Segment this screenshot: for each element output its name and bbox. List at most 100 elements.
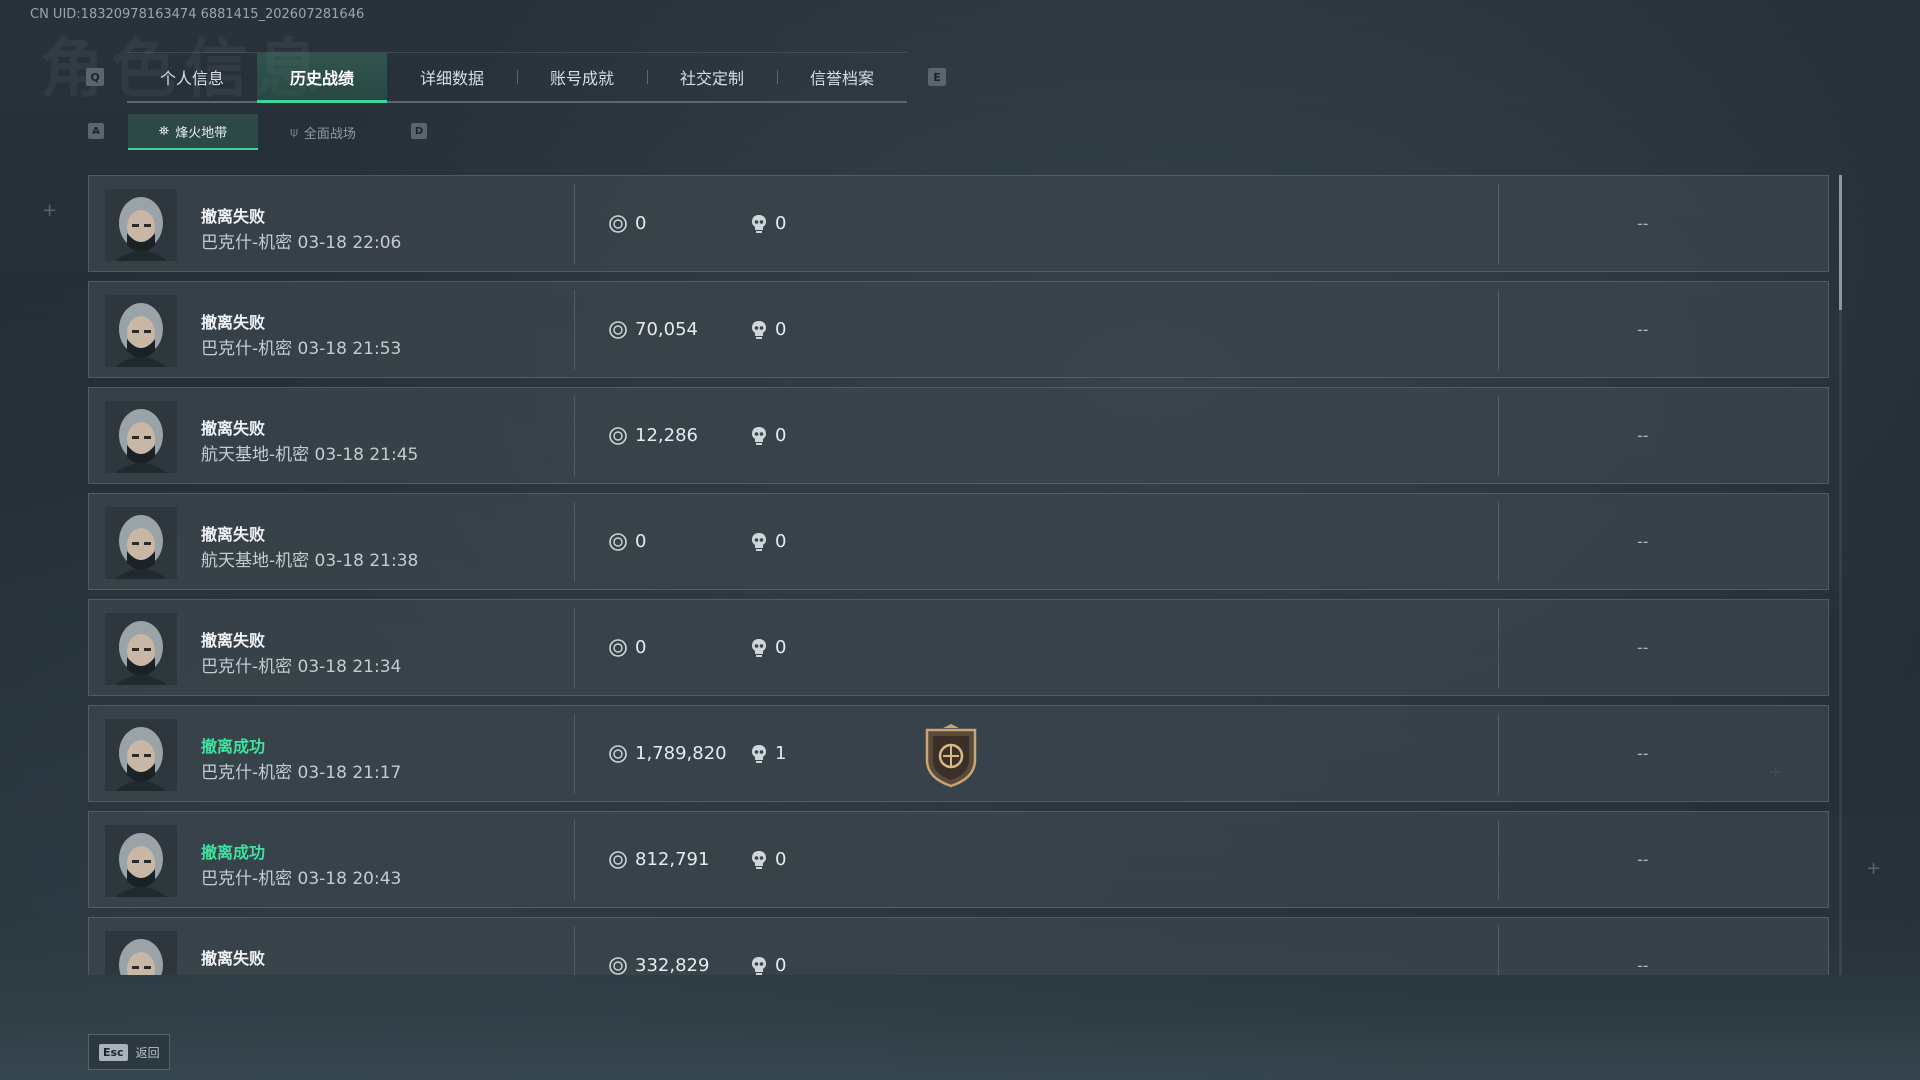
match-record-row[interactable]: 撤离成功 巴克什-机密 03-18 20:43 812,791 0 --: [88, 811, 1829, 908]
coin-icon: [609, 321, 627, 339]
asset-value: 0: [635, 531, 647, 552]
skull-icon: [752, 427, 766, 445]
match-record-row[interactable]: 撤离成功 巴克什-机密 03-18 21:17 1,789,820 1 --: [88, 705, 1829, 802]
tab-prev-key-q[interactable]: Q: [86, 68, 104, 86]
extra-info: --: [1637, 532, 1649, 551]
operator-avatar: [105, 401, 177, 473]
uid-text: CN UID:18320978163474 6881415_2026072816…: [30, 7, 365, 22]
skull-icon: [752, 533, 766, 551]
subtab-operations[interactable]: ⛯ 烽火地带: [128, 114, 258, 150]
operator-avatar: [105, 825, 177, 897]
coin-icon: [609, 851, 627, 869]
operator-avatar: [105, 719, 177, 791]
main-tabs: 个人信息 历史战绩 详细数据 账号成就 社交定制 信誉档案: [127, 52, 907, 103]
tab-social-custom[interactable]: 社交定制: [647, 53, 777, 101]
skull-icon: [752, 321, 766, 339]
back-button[interactable]: Esc 返回: [88, 1034, 170, 1070]
row-divider: [574, 926, 575, 975]
kill-count: 0: [775, 637, 787, 658]
kill-count: 0: [775, 849, 787, 870]
row-divider: [1498, 396, 1499, 476]
kill-count: 0: [775, 955, 787, 975]
subtab-operations-label: 烽火地带: [175, 125, 228, 141]
medal-badge-icon: [925, 724, 977, 788]
kill-count: 0: [775, 531, 787, 552]
row-divider: [1498, 184, 1499, 264]
match-record-list: 撤离失败 巴克什-机密 03-18 22:06 0 0 -- 撤离失败 巴克什-…: [88, 175, 1831, 975]
tab-match-history[interactable]: 历史战绩: [257, 53, 387, 103]
kill-count: 0: [775, 425, 787, 446]
coin-icon: [609, 639, 627, 657]
extract-status: 撤离成功: [201, 843, 266, 862]
row-divider: [574, 502, 575, 582]
skull-icon: [752, 851, 766, 869]
map-and-time: 航天基地-机密 03-18 21:45: [201, 445, 419, 465]
crosshair-icon: ⛯: [158, 123, 170, 139]
map-and-time: 巴克什-机密 03-18 21:53: [201, 339, 402, 359]
row-divider: [1498, 608, 1499, 688]
extract-status: 撤离成功: [201, 737, 266, 756]
profile-screen: { "uid_text": "CN UID:18320978163474 688…: [0, 0, 1920, 1080]
esc-keycap: Esc: [99, 1043, 128, 1061]
asset-value: 1,789,820: [635, 743, 727, 764]
tab-achievements[interactable]: 账号成就: [517, 53, 647, 101]
match-record-row[interactable]: 撤离失败 航天基地-机密 03-18 21:45 12,286 0 --: [88, 387, 1829, 484]
crosshair-deco-icon: +: [42, 200, 58, 221]
extra-info: --: [1637, 638, 1649, 657]
row-divider: [574, 290, 575, 370]
row-divider: [1498, 714, 1499, 794]
asset-value: 12,286: [635, 425, 698, 446]
row-divider: [1498, 926, 1499, 975]
bottom-fade: [0, 1020, 1920, 1080]
match-record-row[interactable]: 撤离失败 巴克什-机密 03-18 21:53 70,054 0 --: [88, 281, 1829, 378]
tab-credit-record[interactable]: 信誉档案: [777, 53, 907, 101]
operator-avatar: [105, 613, 177, 685]
extract-status: 撤离失败: [201, 207, 266, 226]
extra-info: --: [1637, 426, 1649, 445]
skull-icon: [752, 957, 766, 975]
row-divider: [574, 184, 575, 264]
tab-personal-info[interactable]: 个人信息: [127, 53, 257, 101]
back-label: 返回: [135, 1045, 160, 1060]
extra-info: --: [1637, 214, 1649, 233]
list-scrollbar[interactable]: [1839, 175, 1842, 975]
extract-status: 撤离失败: [201, 419, 266, 438]
scrollbar-thumb[interactable]: [1839, 175, 1842, 310]
match-record-row[interactable]: 撤离失败 航天基地-机密 03-18 21:38 0 0 --: [88, 493, 1829, 590]
extract-status: 撤离失败: [201, 949, 266, 968]
extract-status: 撤离失败: [201, 313, 266, 332]
kill-count: 1: [775, 743, 787, 764]
rank-icon: ⍦: [290, 124, 298, 140]
match-record-row[interactable]: 撤离失败 巴克什-机密 03-18 20:30 332,829 0 --: [88, 917, 1829, 975]
asset-value: 332,829: [635, 955, 710, 975]
subtab-prev-key-a[interactable]: A: [88, 123, 104, 139]
subtab-next-key-d[interactable]: D: [411, 123, 427, 139]
operator-avatar: [105, 295, 177, 367]
subtab-warfare[interactable]: ⍦ 全面战场: [258, 114, 388, 150]
map-and-time: 巴克什-机密 03-18 21:34: [201, 657, 402, 677]
kill-count: 0: [775, 319, 787, 340]
tab-detailed-data[interactable]: 详细数据: [387, 53, 517, 101]
row-divider: [1498, 502, 1499, 582]
row-divider: [1498, 820, 1499, 900]
asset-value: 812,791: [635, 849, 710, 870]
extra-info: --: [1637, 744, 1649, 763]
mode-subtabs: ⛯ 烽火地带 ⍦ 全面战场: [128, 114, 388, 150]
coin-icon: [609, 533, 627, 551]
operator-avatar: [105, 189, 177, 261]
match-record-row[interactable]: 撤离失败 巴克什-机密 03-18 21:34 0 0 --: [88, 599, 1829, 696]
extract-status: 撤离失败: [201, 631, 266, 650]
tab-next-key-e[interactable]: E: [928, 68, 946, 86]
row-divider: [574, 820, 575, 900]
map-and-time: 巴克什-机密 03-18 20:30: [201, 970, 401, 975]
row-divider: [574, 608, 575, 688]
map-and-time: 巴克什-机密 03-18 22:06: [201, 233, 402, 253]
extra-info: --: [1637, 320, 1649, 339]
crosshair-deco-icon: +: [1866, 858, 1882, 879]
coin-icon: [609, 745, 627, 763]
match-record-row[interactable]: 撤离失败 巴克什-机密 03-18 22:06 0 0 --: [88, 175, 1829, 272]
asset-value: 0: [635, 213, 647, 234]
asset-value: 70,054: [635, 319, 698, 340]
coin-icon: [609, 957, 627, 975]
extract-status: 撤离失败: [201, 525, 266, 544]
